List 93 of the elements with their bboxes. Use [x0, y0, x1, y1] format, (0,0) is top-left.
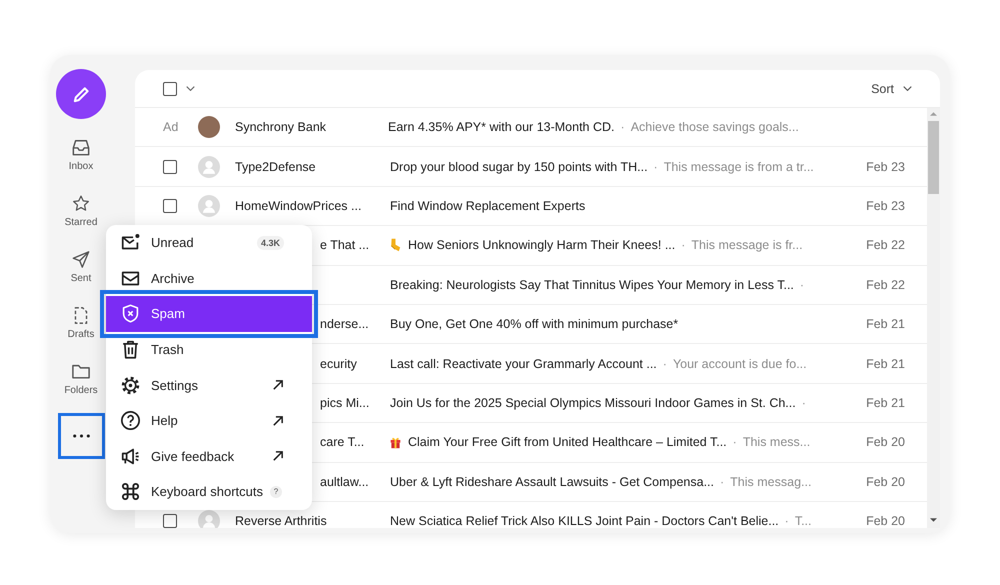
- menu-item[interactable]: Keyboard shortcuts ?: [106, 474, 312, 510]
- menu-item[interactable]: Give feedback: [106, 438, 312, 474]
- envelope-icon: [121, 268, 140, 288]
- email-date: Feb 22: [866, 238, 905, 252]
- separator: ·: [802, 396, 806, 410]
- menu-item[interactable]: Archive: [106, 260, 312, 296]
- separator: ·: [800, 278, 804, 292]
- separator: ·: [732, 435, 737, 450]
- email-date: Feb 23: [866, 198, 905, 213]
- command-key-icon: [121, 482, 140, 502]
- sender-name: nderse...: [320, 317, 369, 332]
- sender-name: pics Mi...: [320, 396, 370, 410]
- avatar-icon: [198, 194, 220, 217]
- unread-count: 4.3K: [256, 236, 284, 250]
- avatar-icon: [198, 156, 220, 178]
- email-preview: This mess...: [742, 435, 810, 450]
- email-subject[interactable]: Claim Your Free Gift from United Healthcare – Limited T...: [408, 435, 727, 450]
- email-subject[interactable]: Find Window Replacement Experts: [390, 198, 586, 213]
- more-icon: [72, 434, 90, 438]
- folder-icon: [72, 363, 90, 380]
- nav-item[interactable]: Inbox: [68, 139, 94, 173]
- help-icon: [121, 411, 140, 430]
- email-preview: T...: [794, 514, 812, 528]
- email-subject[interactable]: Last call: Reactivate your Grammarly Account ...: [390, 356, 657, 371]
- scrollbar-thumb[interactable]: [928, 121, 939, 194]
- more-button[interactable]: [58, 413, 104, 459]
- star-icon: [72, 195, 90, 212]
- email-preview: This messag...: [730, 474, 812, 489]
- sender-name: care T...: [320, 435, 364, 450]
- sender-photo-placeholder: [198, 116, 220, 138]
- menu-item[interactable]: Unread 4.3K: [106, 225, 312, 261]
- settings-icon: [121, 376, 140, 395]
- email-preview: This message is fr...: [691, 238, 803, 252]
- shortcut-hint[interactable]: ?: [270, 486, 282, 498]
- menu-item[interactable]: Help: [106, 402, 312, 439]
- email-subject[interactable]: Earn 4.35% APY* with our 13-Month CD.: [388, 120, 615, 134]
- menu-item[interactable]: Spam: [106, 296, 312, 332]
- email-date: Feb 20: [866, 514, 905, 528]
- row-checkbox[interactable]: [163, 514, 177, 528]
- separator: ·: [662, 356, 667, 371]
- separator: ·: [654, 160, 658, 174]
- nav-item[interactable]: Folders: [64, 363, 98, 397]
- separator: ·: [784, 514, 789, 528]
- pencil-icon: [72, 86, 90, 102]
- scroll-down-icon[interactable]: [930, 518, 937, 522]
- leg-icon: [390, 238, 401, 252]
- email-date: Feb 21: [866, 396, 905, 410]
- sort-button[interactable]: Sort: [871, 82, 912, 96]
- email-preview: This message is from a tr...: [664, 160, 814, 174]
- email-subject[interactable]: How Seniors Unknowingly Harm Their Knees! ...: [408, 238, 676, 252]
- row-checkbox[interactable]: [163, 198, 177, 213]
- nav-item[interactable]: Sent: [70, 251, 92, 285]
- email-subject[interactable]: Drop your blood sugar by 150 points with TH...: [390, 160, 648, 174]
- separator: ·: [681, 238, 686, 252]
- gift-icon: [390, 435, 401, 450]
- menu-item[interactable]: Settings: [106, 367, 312, 403]
- email-date: Feb 20: [866, 474, 905, 489]
- sender-name: Synchrony Bank: [235, 120, 326, 134]
- email-subject[interactable]: Breaking: Neurologists Say That Tinnitus Wipes Your Memory in Less T...: [390, 278, 794, 292]
- chevron-down-icon[interactable]: [186, 86, 195, 91]
- email-subject[interactable]: New Sciatica Relief Trick Also KILLS Joint Pain - Doctors Can't Belie...: [390, 514, 779, 528]
- email-date: Feb 20: [866, 435, 905, 450]
- sender-name: e That ...: [320, 238, 370, 252]
- compose-button[interactable]: [56, 69, 106, 119]
- shield-x-icon: [121, 304, 140, 324]
- ad-label: Ad: [163, 120, 179, 134]
- megaphone-icon: [121, 446, 140, 466]
- sender-name: aultlaw...: [320, 474, 369, 489]
- email-date: Feb 21: [866, 356, 905, 371]
- email-date: Feb 23: [866, 160, 905, 174]
- sender-name: Reverse Arthritis: [235, 514, 327, 528]
- select-all-checkbox[interactable]: [163, 82, 177, 96]
- sender-name: Type2Defense: [235, 160, 316, 174]
- trash-icon: [121, 340, 140, 360]
- email-date: Feb 21: [866, 317, 905, 332]
- separator: ·: [620, 120, 625, 134]
- nav-item[interactable]: Starred: [64, 195, 98, 229]
- nav-item[interactable]: Drafts: [68, 307, 94, 341]
- menu-item[interactable]: Trash: [106, 332, 312, 368]
- email-subject[interactable]: Uber & Lyft Rideshare Assault Lawsuits - Get Compensa...: [390, 474, 714, 489]
- email-preview: Your account is due fo...: [672, 356, 807, 371]
- email-preview: Achieve those savings goals...: [630, 120, 799, 134]
- sender-name: HomeWindowPrices ...: [235, 198, 362, 213]
- email-subject[interactable]: Buy One, Get One 40% off with minimum purchase*: [390, 317, 678, 332]
- chevron-down-icon: [903, 86, 912, 91]
- row-checkbox[interactable]: [163, 160, 177, 174]
- envelope-dot-icon: [121, 233, 140, 252]
- paper-plane-icon: [72, 251, 90, 268]
- email-subject[interactable]: Join Us for the 2025 Special Olympics Missouri Indoor Games in St. Ch...: [390, 396, 796, 410]
- separator: ·: [720, 474, 724, 489]
- sender-name: ecurity: [320, 356, 357, 371]
- email-date: Feb 22: [866, 278, 905, 292]
- inbox-icon: [72, 139, 90, 156]
